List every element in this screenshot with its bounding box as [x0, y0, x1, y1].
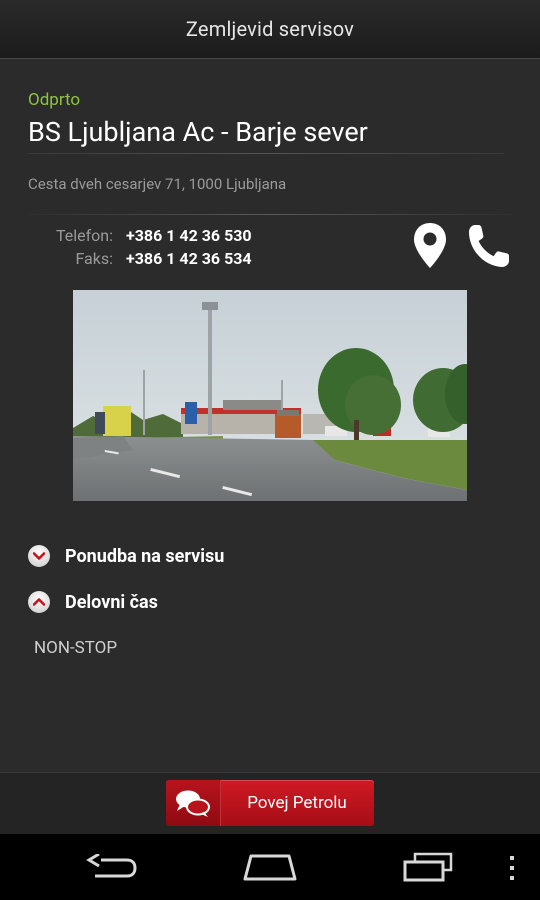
- station-name: BS Ljubljana Ac - Barje sever: [28, 116, 368, 148]
- phone-icon: [469, 225, 509, 267]
- map-pin-icon: [414, 223, 446, 268]
- overflow-menu-icon: [510, 856, 514, 880]
- hours-section-label: Delovni čas: [65, 591, 158, 613]
- divider: [28, 214, 512, 215]
- hours-section-toggle[interactable]: Delovni čas: [28, 591, 158, 613]
- nav-recents-button[interactable]: [403, 852, 455, 886]
- action-bar: Zemljevid servisov: [0, 0, 540, 59]
- home-icon: [243, 854, 297, 881]
- system-nav-bar: [0, 834, 540, 900]
- feedback-button[interactable]: Povej Petrolu: [166, 780, 374, 826]
- offer-section-label: Ponudba na servisu: [65, 545, 225, 567]
- nav-home-button[interactable]: [242, 852, 298, 886]
- fax-number: +386 1 42 36 534: [126, 248, 252, 268]
- fax-label: Faks:: [75, 248, 113, 268]
- recents-icon: [403, 852, 453, 882]
- station-address: Cesta dveh cesarjev 71, 1000 Ljubljana: [28, 175, 287, 193]
- fax-row: Faks: +386 1 42 36 534: [0, 247, 252, 269]
- show-on-map-button[interactable]: [412, 222, 448, 270]
- divider: [28, 153, 504, 154]
- phone-number: +386 1 42 36 530: [126, 225, 252, 245]
- chevron-up-icon: [28, 591, 50, 613]
- station-photo: [73, 290, 467, 501]
- chat-bubbles-icon: [176, 790, 210, 817]
- chevron-down-icon: [28, 545, 50, 567]
- screen-title: Zemljevid servisov: [185, 17, 355, 41]
- offer-section-toggle[interactable]: Ponudba na servisu: [28, 545, 224, 567]
- call-button[interactable]: [466, 222, 512, 270]
- opening-hours: NON-STOP: [34, 638, 118, 658]
- back-icon: [86, 852, 137, 878]
- nav-overflow-menu-button[interactable]: [506, 854, 518, 886]
- nav-back-button[interactable]: [85, 852, 139, 886]
- phone-row: Telefon: +386 1 42 36 530: [0, 224, 252, 246]
- feedback-button-label: Povej Petrolu: [247, 793, 347, 813]
- open-status: Odprto: [28, 90, 81, 110]
- phone-label: Telefon:: [55, 225, 113, 245]
